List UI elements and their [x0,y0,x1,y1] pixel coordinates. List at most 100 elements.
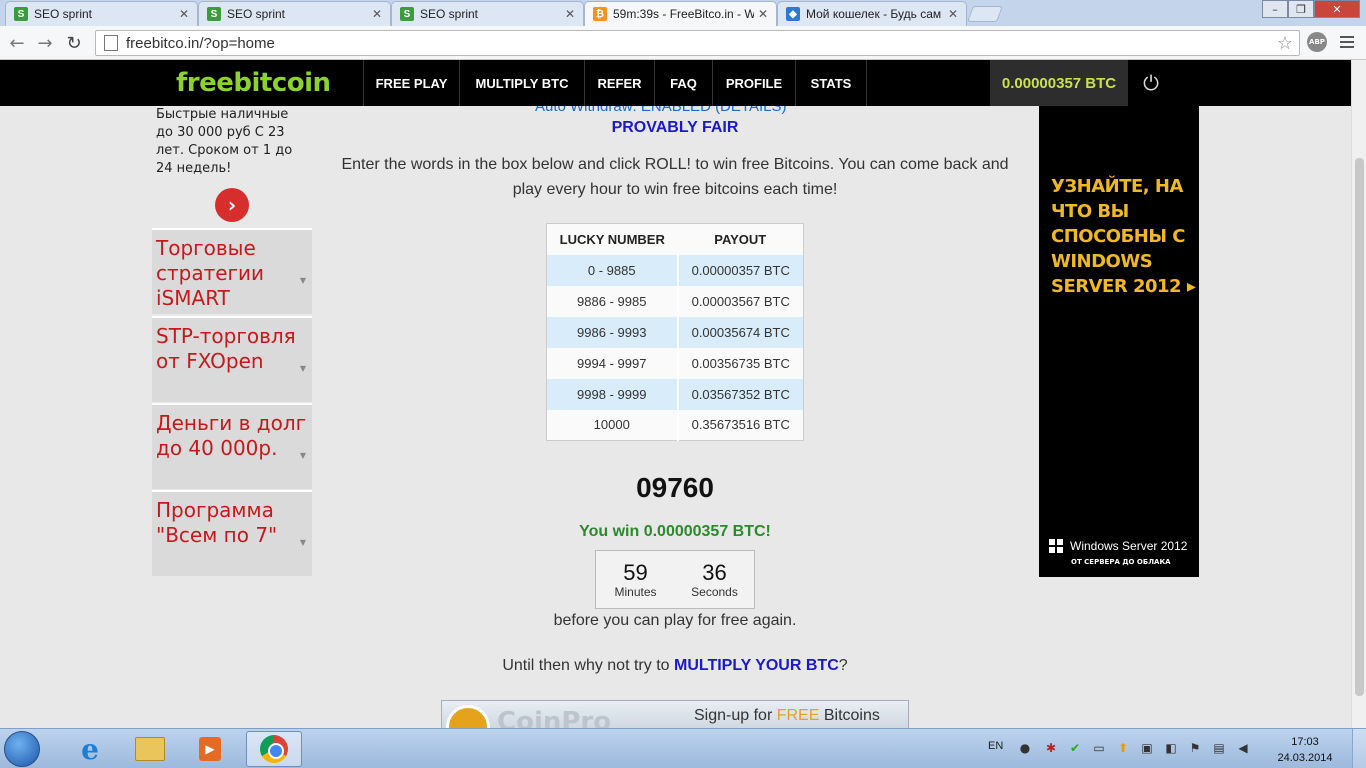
url-text: freebitco.in/?op=home [126,34,275,52]
payout-cell: 0.00035674 BTC [677,316,804,348]
lucky-range-cell: 10000 [546,409,679,441]
seconds-value: 36 [702,559,727,585]
tab-title: SEO sprint [420,7,479,21]
forward-icon[interactable]: → [33,31,57,55]
payout-table: LUCKY NUMBER PAYOUT 0 - 9885 0.00000357 … [546,223,804,441]
minutes-label: Minutes [614,584,657,599]
ad-link-label: Деньги в долг до 40 000р. [156,411,307,460]
nav-stats[interactable]: STATS [795,60,867,106]
new-tab-button[interactable] [967,6,1003,22]
nav-faq[interactable]: FAQ [654,60,712,106]
logout-power-icon[interactable]: ⏻ [1140,71,1162,95]
ad-chevron-right-icon[interactable]: › [215,188,249,222]
table-row: 9886 - 9985 0.00003567 BTC [546,285,804,317]
chrome-taskbar-icon[interactable] [246,731,302,767]
payout-cell: 0.35673516 BTC [691,417,790,433]
wallet-icon: ◆ [786,7,800,21]
address-bar[interactable]: freebitco.in/?op=home ☆ [95,30,1300,56]
start-button[interactable] [4,731,40,767]
provably-fair-link[interactable]: PROVABLY FAIR [330,119,1020,137]
logo-bitcoin: bitcoin [233,68,331,98]
internet-explorer-icon[interactable]: e [62,731,118,767]
media-player-icon[interactable]: ▶ [182,731,238,767]
ad-link-label: STP-торговля от FXOpen [156,324,296,373]
browser-tab[interactable]: S SEO sprint ✕ [391,1,584,26]
browser-tab[interactable]: S SEO sprint ✕ [198,1,391,26]
nav-profile[interactable]: PROFILE [712,60,795,106]
page-content: Быстрые наличные до 30 000 руб С 23 лет.… [0,106,1351,728]
close-tab-icon[interactable]: ✕ [565,7,575,21]
page-scrollbar[interactable] [1351,60,1366,728]
bookmark-star-icon[interactable]: ☆ [1277,33,1293,54]
close-tab-icon[interactable]: ✕ [372,7,382,21]
close-tab-icon[interactable]: ✕ [948,7,958,21]
windows-taskbar: e ▶ EN ● ✱ ✔ ▭ ⬆ ▣ ◧ ⚑ ▤ ◀ 17:03 24.03.2… [0,728,1366,768]
nav-free-play[interactable]: FREE PLAY [363,60,459,106]
system-clock[interactable]: 17:03 24.03.2014 [1276,734,1334,766]
scrollbar-thumb[interactable] [1355,158,1364,696]
browser-tab[interactable]: ◆ Мой кошелек - Будь сам ✕ [777,1,967,26]
close-tab-icon[interactable]: ✕ [179,7,189,21]
lucky-range-cell: 0 - 9885 [546,254,679,286]
ad-link[interactable]: Программа "Всем по 7" ▼ [152,490,312,576]
chrome-menu-icon[interactable] [1340,36,1354,48]
auto-withdraw-status[interactable]: Auto Withdraw: ENABLED (DETAILS) [535,106,786,115]
file-explorer-icon[interactable] [122,731,178,767]
chevron-down-icon: ▼ [299,538,306,547]
show-desktop-button[interactable] [1352,729,1366,768]
freebitcoin-logo[interactable]: freebitcoin [176,68,331,98]
win-message: You win 0.00000357 BTC! [579,523,771,540]
page-icon [104,35,118,51]
column-header: LUCKY NUMBER [546,223,678,255]
tray-network-icon[interactable]: ◧ [1164,741,1178,755]
payout-cell: 0.00000357 BTC [677,254,804,286]
close-tab-icon[interactable]: ✕ [758,7,768,21]
ad-link[interactable]: Деньги в долг до 40 000р. ▼ [152,403,312,489]
adblock-plus-icon[interactable]: ABP [1307,32,1327,52]
table-row: 0 - 9885 0.00000357 BTC [546,254,804,286]
multiply-prefix: Until then why not try to [502,657,674,674]
table-row: 9986 - 9993 0.00035674 BTC [546,316,804,348]
back-icon[interactable]: ← [5,31,29,55]
signup-prefix: Sign-up for [694,707,777,724]
volume-icon[interactable]: ◀ [1236,741,1250,755]
multiply-suggestion: Until then why not try to MULTIPLY YOUR … [330,657,1020,675]
payout-cell: 0.00356735 BTC [691,355,790,371]
tray-display-icon[interactable]: ▣ [1140,741,1154,755]
browser-tab[interactable]: S SEO sprint ✕ [5,1,198,26]
close-window-button[interactable]: ✕ [1314,0,1360,18]
lucky-range-cell: 9994 - 9997 [546,347,679,379]
ad-link[interactable]: STP-торговля от FXOpen ▼ [152,316,312,402]
table-row: 9994 - 9997 0.00356735 BTC [546,347,804,379]
language-indicator[interactable]: EN [988,740,1003,752]
lucky-range-cell: 9998 - 9999 [546,378,679,410]
bitcoin-icon: ₿ [593,7,607,21]
signup-suffix: Bitcoins [819,707,880,724]
ad-loan-text[interactable]: Быстрые наличные до 30 000 руб С 23 лет.… [152,106,312,178]
browser-tab-active[interactable]: ₿ 59m:39s - FreeBitco.in - W ✕ [584,1,777,26]
tray-update-icon[interactable]: ⬆ [1116,741,1130,755]
tab-title: Мой кошелек - Будь сам [806,7,942,21]
tray-app-icon[interactable]: ✱ [1044,741,1058,755]
tray-screen-icon[interactable]: ▤ [1212,741,1226,755]
ad-link[interactable]: Торговые стратегии iSMART ▼ [152,228,312,314]
maximize-window-button[interactable]: ❐ [1288,0,1314,18]
seconds-label: Seconds [691,584,738,599]
nav-multiply-btc[interactable]: MULTIPLY BTC [459,60,584,106]
tray-flag-icon[interactable]: ⚑ [1188,741,1202,755]
reload-icon[interactable]: ↻ [62,31,86,55]
coinpro-banner[interactable]: CoinPro Sign-up for FREE Bitcoins [441,700,909,728]
seo-sprint-icon: S [207,7,221,21]
nav-refer[interactable]: REFER [584,60,654,106]
tray-monitor-icon[interactable]: ▭ [1092,741,1106,755]
clock-time: 17:03 [1291,736,1319,748]
ad-link-label: Торговые стратегии iSMART [156,236,265,310]
coinpro-name: CoinPro [497,707,612,728]
minimize-window-button[interactable]: – [1262,0,1288,18]
tray-check-icon[interactable]: ✔ [1068,741,1082,755]
multiply-suffix: ? [838,657,848,674]
tray-app-icon[interactable]: ● [1018,741,1032,755]
multiply-your-btc-link[interactable]: MULTIPLY YOUR BTC [674,657,839,674]
windows-server-ad[interactable]: УЗНАЙТЕ, НА ЧТО ВЫ СПОСОБНЫ С WINDOWS SE… [1039,106,1199,577]
lucky-range-cell: 9986 - 9993 [546,316,679,348]
